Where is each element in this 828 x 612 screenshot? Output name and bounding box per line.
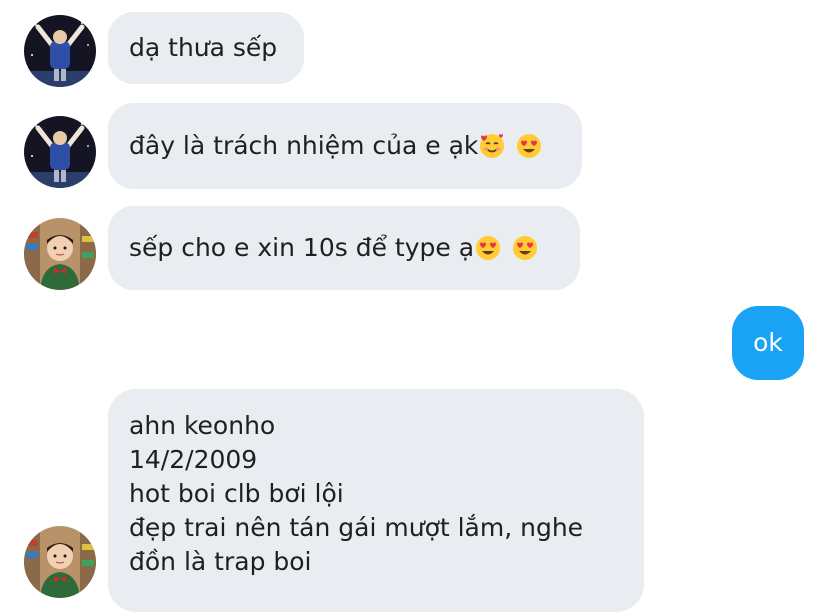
message-line: 14/2/2009 — [129, 445, 258, 474]
sent-message-bubble[interactable]: ok — [732, 306, 804, 380]
message-text: sếp cho e xin 10s để type ạ — [129, 233, 475, 262]
message-line: ahn keonho — [129, 411, 276, 440]
heart-eyes-emoji — [511, 234, 539, 262]
avatar-contact-2[interactable] — [24, 526, 96, 598]
message-bubble[interactable]: sếp cho e xin 10s để type ạ — [108, 206, 580, 290]
avatar-contact-1[interactable] — [24, 116, 96, 188]
message-bubble[interactable]: đây là trách nhiệm của e ạk — [108, 103, 582, 189]
heart-eyes-emoji — [474, 234, 502, 262]
message-text: ok — [753, 328, 783, 357]
message-bubble[interactable]: dạ thưa sếp — [108, 12, 304, 84]
message-line: hot boi clb bơi lội — [129, 479, 344, 508]
message-bubble[interactable]: ahn keonho 14/2/2009 hot boi clb bơi lội… — [108, 389, 644, 612]
message-text: dạ thưa sếp — [129, 33, 278, 62]
avatar-contact-2[interactable] — [24, 218, 96, 290]
smiling-face-with-hearts-emoji — [478, 132, 506, 160]
avatar-contact-1[interactable] — [24, 15, 96, 87]
heart-eyes-emoji — [515, 132, 543, 160]
message-line: đồn là trap boi — [129, 547, 312, 576]
message-line: đẹp trai nên tán gái mượt lắm, nghe — [129, 513, 584, 542]
message-text: đây là trách nhiệm của e ạk — [129, 131, 479, 160]
